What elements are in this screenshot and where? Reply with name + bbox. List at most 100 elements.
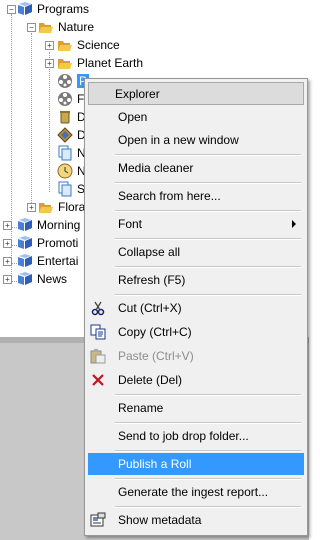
menu-separator [115, 294, 301, 296]
menu-item-open-label: Open [118, 110, 148, 124]
menu-separator [115, 394, 301, 396]
menu-item-delete[interactable]: Delete (Del) [88, 369, 304, 391]
menu-item-media-cleaner-label: Media cleaner [118, 161, 194, 175]
category-icon [17, 217, 33, 233]
menu-item-media-cleaner[interactable]: Media cleaner [88, 157, 304, 179]
pages-icon [57, 181, 73, 197]
tree-node-d-tag[interactable]: D [57, 127, 86, 143]
tree-node-promotions[interactable]: Promoti [17, 235, 78, 251]
menu-item-refresh-label: Refresh (F5) [118, 273, 186, 287]
menu-item-paste-label: Paste (Ctrl+V) [118, 349, 194, 363]
context-menu: Explorer Open Open in a new window Media… [84, 78, 308, 536]
clock-icon [57, 163, 73, 179]
expand-morning-toggle[interactable]: + [3, 221, 12, 230]
menu-item-copy-label: Copy (Ctrl+C) [118, 325, 192, 339]
category-icon [17, 235, 33, 251]
film-reel-icon [57, 91, 73, 107]
pages-icon [57, 145, 73, 161]
menu-separator [115, 154, 301, 156]
menu-separator [115, 182, 301, 184]
menu-item-copy[interactable]: Copy (Ctrl+C) [88, 321, 304, 343]
tree-node-entertainment[interactable]: Entertai [17, 253, 78, 269]
submenu-arrow-icon [292, 220, 296, 228]
tree-node-d-trash[interactable]: D [57, 109, 86, 125]
open-folder-icon [38, 199, 54, 215]
menu-item-publish-roll[interactable]: Publish a Roll [88, 453, 304, 475]
trash-icon [57, 109, 73, 125]
tree-label-promotions: Promoti [37, 236, 79, 250]
menu-item-open-new-window[interactable]: Open in a new window [88, 129, 304, 151]
scissors-icon [90, 300, 106, 316]
expand-promotions-toggle[interactable]: + [3, 239, 12, 248]
tree-node-flora[interactable]: Flora [38, 199, 85, 215]
paste-icon [90, 348, 106, 364]
menu-item-search-from-here[interactable]: Search from here... [88, 185, 304, 207]
tree-node-s[interactable]: S [57, 181, 85, 197]
tree-node-n1[interactable]: N [57, 145, 86, 161]
menu-item-collapse-all-label: Collapse all [118, 245, 181, 259]
delete-x-icon [90, 372, 106, 388]
tree-node-programs[interactable]: Programs [17, 1, 89, 17]
expand-flora-toggle[interactable]: + [27, 203, 36, 212]
menu-item-rename[interactable]: Rename [88, 397, 304, 419]
menu-item-paste[interactable]: Paste (Ctrl+V) [88, 345, 304, 367]
open-folder-icon [57, 37, 73, 53]
tree-node-science[interactable]: Science [57, 37, 120, 53]
menu-item-refresh[interactable]: Refresh (F5) [88, 269, 304, 291]
open-folder-icon [57, 55, 73, 71]
menu-item-font[interactable]: Font [88, 213, 304, 235]
film-reel-icon [57, 73, 73, 89]
expand-news-toggle[interactable]: + [3, 275, 12, 284]
menu-separator [115, 478, 301, 480]
menu-item-send-to-job[interactable]: Send to job drop folder... [88, 425, 304, 447]
tree-label-news: News [37, 272, 68, 286]
menu-header-label: Explorer [115, 87, 160, 101]
metadata-icon [90, 512, 106, 528]
menu-separator [115, 210, 301, 212]
menu-item-cut-label: Cut (Ctrl+X) [118, 301, 182, 315]
menu-item-show-metadata[interactable]: Show metadata [88, 509, 304, 531]
menu-item-show-metadata-label: Show metadata [118, 513, 202, 527]
category-icon [17, 1, 33, 17]
expand-entertainment-toggle[interactable]: + [3, 257, 12, 266]
copy-icon [90, 324, 106, 340]
menu-separator [115, 450, 301, 452]
menu-separator [115, 422, 301, 424]
collapse-programs-toggle[interactable]: − [7, 5, 16, 14]
menu-item-open-new-window-label: Open in a new window [118, 133, 239, 147]
menu-header-explorer[interactable]: Explorer [88, 82, 304, 105]
menu-separator [115, 266, 301, 268]
tree-node-n2[interactable]: N [57, 163, 86, 179]
menu-item-cut[interactable]: Cut (Ctrl+X) [88, 297, 304, 319]
menu-item-publish-roll-label: Publish a Roll [118, 457, 192, 471]
menu-item-send-to-job-label: Send to job drop folder... [118, 429, 249, 443]
tree-label-programs: Programs [37, 2, 90, 16]
menu-item-search-label: Search from here... [118, 189, 221, 203]
tree-node-nature[interactable]: Nature [38, 19, 94, 35]
menu-item-generate-ingest[interactable]: Generate the ingest report... [88, 481, 304, 503]
menu-item-generate-ingest-label: Generate the ingest report... [118, 485, 269, 499]
menu-item-open[interactable]: Open [88, 106, 304, 128]
expand-planet-earth-toggle[interactable]: + [45, 59, 54, 68]
tree-label-nature: Nature [58, 20, 95, 34]
tree-label-morning: Morning [37, 218, 81, 232]
menu-item-rename-label: Rename [118, 401, 164, 415]
menu-item-collapse-all[interactable]: Collapse all [88, 241, 304, 263]
menu-item-font-label: Font [118, 217, 143, 231]
tree-label-entertainment: Entertai [37, 254, 79, 268]
category-icon [17, 271, 33, 287]
open-folder-icon [38, 19, 54, 35]
tree-node-news[interactable]: News [17, 271, 67, 287]
expand-science-toggle[interactable]: + [45, 41, 54, 50]
tree-node-morning[interactable]: Morning [17, 217, 80, 233]
menu-separator [115, 238, 301, 240]
category-icon [17, 253, 33, 269]
tree-label-science: Science [77, 38, 120, 52]
tree-label-flora: Flora [58, 200, 86, 214]
tag-icon [57, 127, 73, 143]
menu-item-delete-label: Delete (Del) [118, 373, 183, 387]
tree-node-f[interactable]: F [57, 91, 84, 107]
tree-node-planet-earth[interactable]: Planet Earth [57, 55, 143, 71]
tree-label-planet-earth: Planet Earth [77, 56, 144, 70]
collapse-nature-toggle[interactable]: − [27, 23, 36, 32]
